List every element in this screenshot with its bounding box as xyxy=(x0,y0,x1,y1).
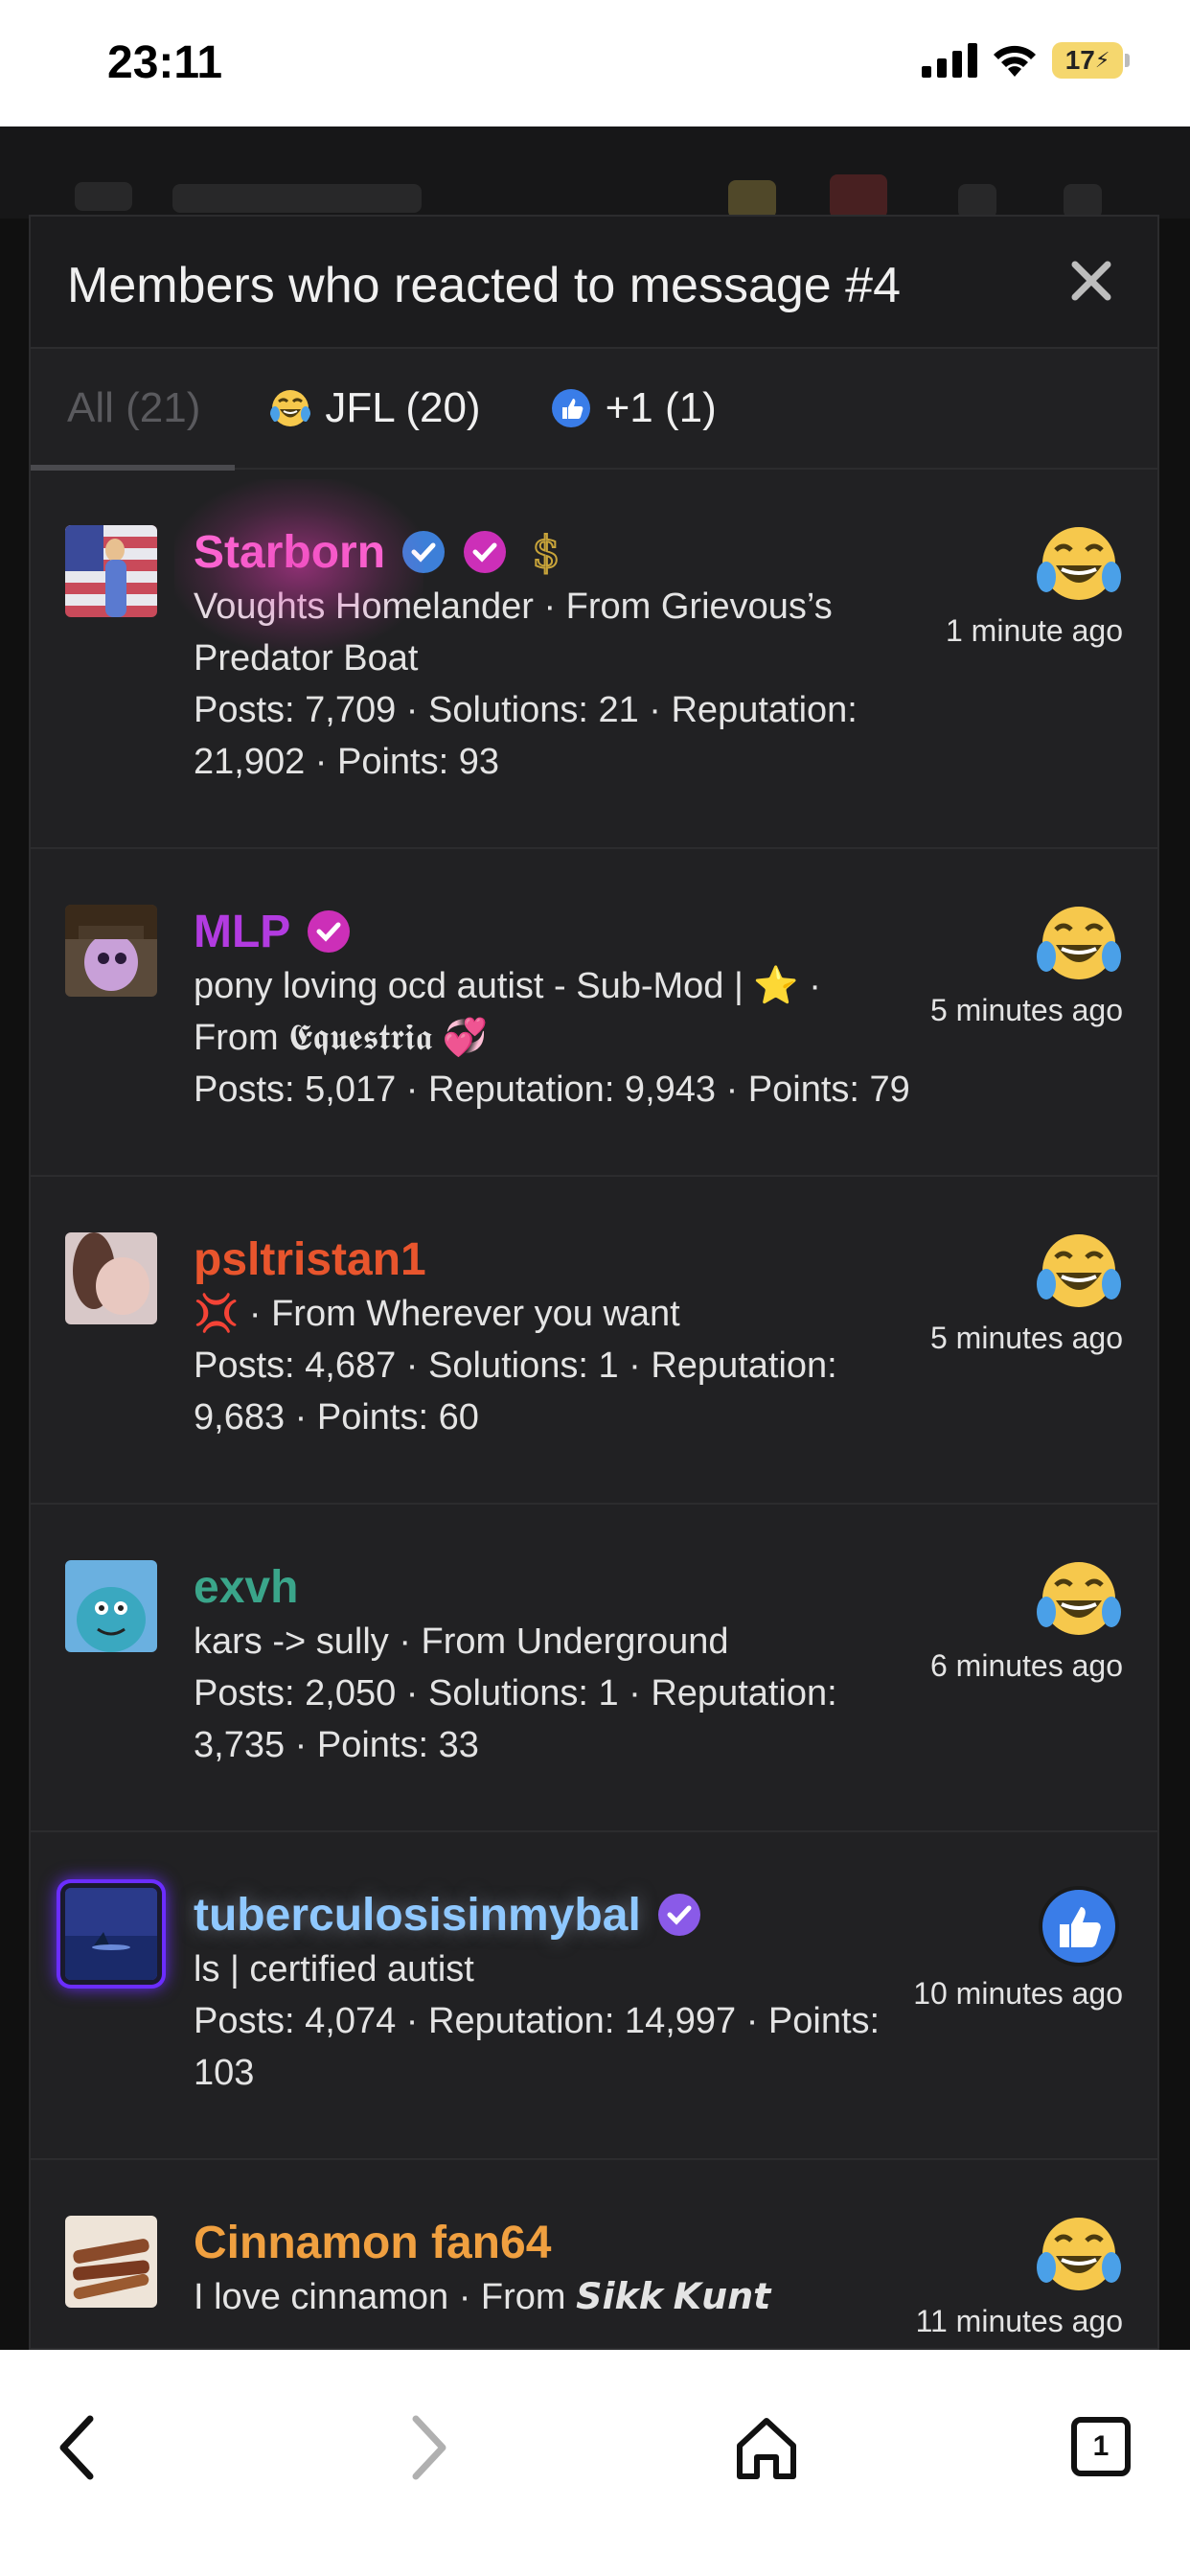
home-icon[interactable] xyxy=(728,2409,805,2486)
reaction-time: 10 minutes ago xyxy=(913,1976,1123,2011)
user-stats: Posts: 4,074 · Reputation: 14,997 · Poin… xyxy=(194,2001,881,2093)
user-title: Voughts Homelander · From Grievous’s Pre… xyxy=(194,586,833,678)
modal-header: Members who reacted to message #4 xyxy=(31,217,1157,349)
avatar[interactable] xyxy=(65,905,157,997)
laughing-crying-emoji-icon xyxy=(1037,2218,1121,2290)
thumbs-up-icon xyxy=(1039,1886,1119,1966)
laughing-crying-emoji-icon xyxy=(1037,527,1121,600)
laughing-crying-emoji-icon xyxy=(1037,1562,1121,1635)
user-stats: Posts: 5,017 · Reputation: 9,943 · Point… xyxy=(194,1070,910,1110)
username[interactable]: exvh xyxy=(194,1561,298,1614)
username[interactable]: MLP xyxy=(194,906,290,958)
list-item: exvh kars -> sully · From Underground Po… xyxy=(31,1505,1157,1832)
background-icon-1 xyxy=(728,180,776,218)
background-icon-4 xyxy=(1064,184,1102,218)
tab-count: 1 xyxy=(1092,2430,1110,2462)
reaction-time: 6 minutes ago xyxy=(929,1648,1123,1683)
background-icon-3 xyxy=(958,184,996,218)
signal-icon xyxy=(922,43,977,78)
reaction-tabs: All (21) JFL (20) +1 (1) xyxy=(31,348,1157,471)
user-stats: Posts: 7,709 · Solutions: 21 · Reputatio… xyxy=(194,690,858,782)
background-icon-2 xyxy=(830,174,887,218)
username[interactable]: tuberculosisinmybal xyxy=(194,1889,641,1942)
user-title: kars -> sully · From Underground xyxy=(194,1622,729,1662)
modal-title: Members who reacted to message #4 xyxy=(67,258,901,313)
background-logo xyxy=(172,184,422,213)
list-item: Starborn $ Voughts Homelander · From Gri… xyxy=(31,470,1157,849)
mod-badge-icon xyxy=(464,531,507,573)
list-item: psltristan1 💢 · From Wherever you want P… xyxy=(31,1177,1157,1505)
user-stats: Posts: 4,687 · Solutions: 1 · Reputation… xyxy=(194,1346,837,1438)
reaction-time: 1 minute ago xyxy=(945,613,1123,648)
tab-all[interactable]: All (21) xyxy=(31,348,236,471)
verified-badge-icon xyxy=(402,531,446,573)
tab-plus-one[interactable]: +1 (1) xyxy=(515,348,751,469)
reactions-modal: Members who reacted to message #4 All (2… xyxy=(29,215,1159,2350)
tab-jfl-label: JFL (20) xyxy=(325,384,481,431)
username[interactable]: Cinnamon fan64 xyxy=(194,2217,551,2269)
user-title: 💢 · From Wherever you want xyxy=(194,1294,680,1334)
avatar[interactable] xyxy=(65,1888,157,1980)
name-row: tuberculosisinmybal xyxy=(194,1886,1119,1944)
tab-plus-one-label: +1 (1) xyxy=(605,384,717,431)
reaction-time: 5 minutes ago xyxy=(929,1321,1123,1355)
thumbs-up-icon xyxy=(551,389,590,427)
username[interactable]: Starborn xyxy=(194,526,385,579)
member-list: Starborn $ Voughts Homelander · From Gri… xyxy=(31,470,1157,2348)
verified-badge-icon xyxy=(657,1894,700,1936)
avatar[interactable] xyxy=(65,1560,157,1652)
user-title: ls | certified autist xyxy=(194,1949,474,1990)
close-icon[interactable] xyxy=(1067,257,1115,305)
avatar[interactable] xyxy=(65,2216,157,2308)
name-row: Cinnamon fan64 xyxy=(194,2214,1119,2271)
browser-toolbar: 1 xyxy=(0,2350,1190,2576)
laughing-crying-emoji-icon xyxy=(270,390,311,426)
status-icons: 17 ⚡ xyxy=(922,42,1130,79)
user-title: I love cinnamon · From 𝙎𝙞𝙠𝙠 𝙆𝙪𝙣𝙩 xyxy=(194,2277,771,2317)
username[interactable]: psltristan1 xyxy=(194,1233,426,1286)
name-row: exvh xyxy=(194,1558,1119,1616)
back-icon[interactable] xyxy=(42,2409,119,2486)
reaction-time: 11 minutes ago xyxy=(915,2304,1123,2338)
name-row: Starborn $ xyxy=(194,523,1119,581)
mod-badge-icon xyxy=(308,910,351,953)
user-location: From 𝕰𝖖𝖚𝖊𝖘𝖙𝖗𝖎𝖆 💞 xyxy=(194,1018,489,1058)
user-stats: Posts: 2,050 · Solutions: 1 · Reputation… xyxy=(194,1673,837,1765)
avatar[interactable] xyxy=(65,1232,157,1324)
status-time: 23:11 xyxy=(107,37,223,88)
dollar-badge-icon: $ xyxy=(531,529,561,575)
battery-indicator: 17 ⚡ xyxy=(1052,42,1130,79)
list-item: MLP pony loving ocd autist - Sub-Mod | ⭐… xyxy=(31,849,1157,1177)
list-item: tuberculosisinmybal ls | certified autis… xyxy=(31,1832,1157,2160)
name-row: MLP xyxy=(194,903,1119,960)
name-row: psltristan1 xyxy=(194,1230,1119,1288)
tab-jfl[interactable]: JFL (20) xyxy=(235,348,515,469)
user-title: pony loving ocd autist - Sub-Mod | ⭐ · xyxy=(194,966,821,1006)
forward-icon[interactable] xyxy=(387,2409,464,2486)
battery-level: 17 xyxy=(1064,45,1095,75)
wifi-icon xyxy=(994,45,1036,77)
avatar[interactable] xyxy=(65,525,157,617)
tab-all-label: All (21) xyxy=(67,384,201,431)
status-bar: 23:11 17 ⚡ xyxy=(0,0,1190,126)
laughing-crying-emoji-icon xyxy=(1037,907,1121,979)
reaction-time: 5 minutes ago xyxy=(929,993,1123,1027)
laughing-crying-emoji-icon xyxy=(1037,1234,1121,1307)
svg-text:$: $ xyxy=(532,529,560,575)
list-item: Cinnamon fan64 I love cinnamon · From 𝙎𝙞… xyxy=(31,2160,1157,2348)
background-menu-icon xyxy=(75,182,132,211)
tabs-button[interactable]: 1 xyxy=(1071,2417,1131,2476)
